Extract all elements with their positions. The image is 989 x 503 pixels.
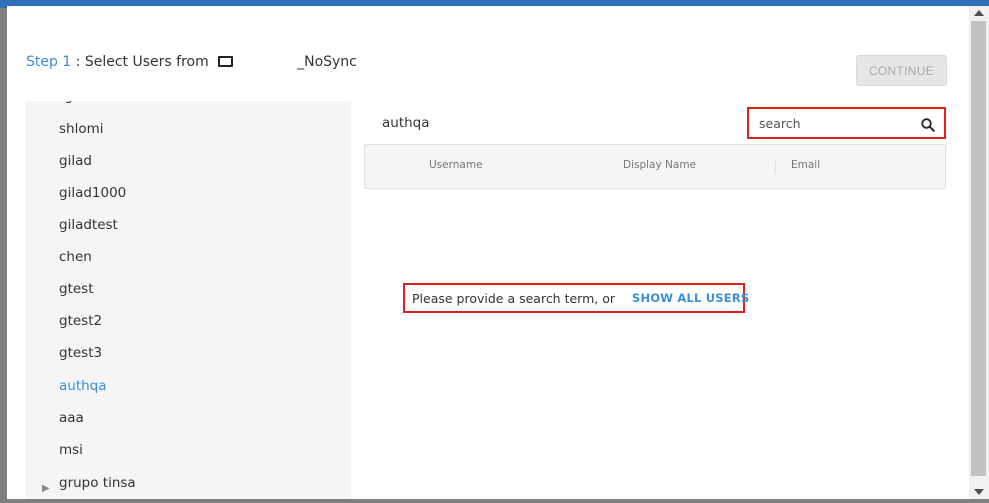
column-divider <box>775 159 776 173</box>
tree-item[interactable]: grupo tinsa <box>59 475 136 491</box>
tree-item[interactable]: aaa <box>59 410 84 426</box>
scroll-up-arrow-icon[interactable] <box>974 10 984 16</box>
column-header-username[interactable]: Username <box>429 159 483 171</box>
tree-item-selected[interactable]: authqa <box>59 378 107 394</box>
tree-item[interactable]: gtest2 <box>59 313 102 329</box>
search-input[interactable] <box>759 114 909 132</box>
tree-item[interactable]: msi <box>59 442 83 458</box>
empty-state: Please provide a search term, or SHOW AL… <box>403 283 749 313</box>
vertical-scrollbar[interactable] <box>969 6 989 499</box>
column-header-display-name[interactable]: Display Name <box>623 159 696 171</box>
tree-item[interactable]: shlomi <box>59 121 104 137</box>
group-tree: rg9 shlomi gilad gilad1000 giladtest che… <box>26 101 351 499</box>
folder-icon <box>218 56 234 67</box>
tree-item[interactable]: gtest3 <box>59 345 102 361</box>
search-box <box>747 107 946 139</box>
folder-name-suffix: _NoSync <box>297 54 357 70</box>
search-icon[interactable] <box>920 117 936 133</box>
tree-item[interactable]: rg9 <box>59 101 81 104</box>
show-all-users-link[interactable]: SHOW ALL USERS <box>632 291 749 305</box>
selected-group-title: authqa <box>382 115 430 131</box>
tree-item[interactable]: giladtest <box>59 217 118 233</box>
expand-arrow-icon[interactable]: ▶ <box>42 483 50 494</box>
tree-item[interactable]: gilad1000 <box>59 185 126 201</box>
select-users-dialog: × Step 1 : Select Users from _NoSync CON… <box>7 6 989 499</box>
step-number: Step 1 <box>26 54 72 70</box>
users-table-header: Username Display Name Email <box>364 144 946 189</box>
tree-item[interactable]: chen <box>59 249 92 265</box>
step-header: Step 1 : Select Users from _NoSync <box>26 54 357 70</box>
empty-state-message: Please provide a search term, or <box>412 290 616 306</box>
continue-button[interactable]: CONTINUE <box>856 55 947 86</box>
scroll-down-arrow-icon[interactable] <box>974 489 984 495</box>
redacted-folder-name <box>243 55 293 69</box>
scrollbar-thumb[interactable] <box>971 21 986 476</box>
step-text: : Select Users from <box>75 54 209 70</box>
column-header-email[interactable]: Email <box>791 159 820 171</box>
tree-item[interactable]: gtest <box>59 281 94 297</box>
tree-item[interactable]: gilad <box>59 153 92 169</box>
